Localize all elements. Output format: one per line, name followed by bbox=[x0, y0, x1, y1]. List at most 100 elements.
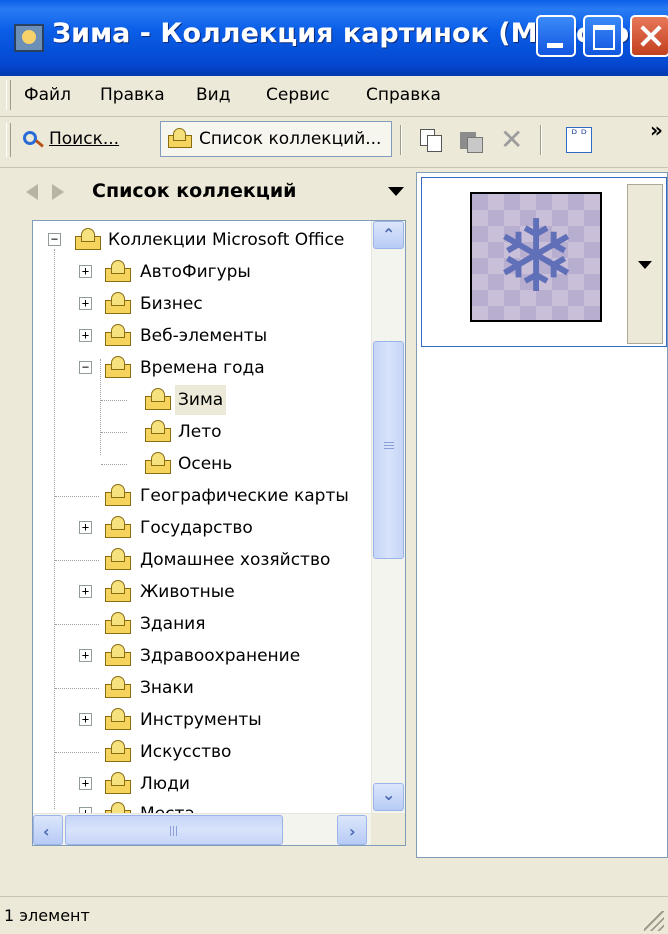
tree-item-label: Географические карты bbox=[140, 486, 349, 506]
pane-title: Список коллекций bbox=[92, 180, 297, 202]
thumbnails-view-icon[interactable]: ᴰ ᴰ bbox=[566, 127, 592, 153]
menu-edit[interactable]: Правка bbox=[100, 85, 165, 105]
tree-expand-toggle[interactable]: + bbox=[79, 713, 92, 726]
folder-icon bbox=[103, 260, 131, 282]
tree-item-buildings[interactable]: Здания bbox=[33, 609, 373, 639]
tree-item-label: Веб-элементы bbox=[140, 326, 268, 346]
tree-item-healthcare[interactable]: + Здравоохранение bbox=[33, 641, 373, 671]
resize-grip-icon[interactable] bbox=[644, 911, 664, 931]
horizontal-scroll-thumb[interactable] bbox=[65, 815, 283, 845]
folder-icon bbox=[73, 228, 101, 250]
tree-expand-toggle[interactable]: + bbox=[79, 329, 92, 342]
status-bar: 1 элемент bbox=[0, 896, 668, 934]
vertical-scroll-thumb[interactable] bbox=[373, 341, 404, 559]
clip-options-dropdown[interactable] bbox=[627, 184, 663, 344]
tree-item-label: АвтоФигуры bbox=[140, 262, 251, 282]
tree-expand-toggle[interactable]: + bbox=[79, 297, 92, 310]
tree-item-animals[interactable]: + Животные bbox=[33, 577, 373, 607]
menu-bar: Файл Правка Вид Сервис Справка bbox=[0, 76, 668, 117]
snowflake-clipart-image[interactable]: ❄ bbox=[470, 192, 602, 322]
search-button[interactable]: Поиск... bbox=[16, 121, 154, 157]
clip-organizer-window: Зима - Коллекция картинок (Microsoft) Фа… bbox=[0, 0, 668, 934]
scroll-right-button[interactable]: › bbox=[337, 815, 367, 845]
tree-line bbox=[55, 560, 99, 561]
scroll-up-button[interactable]: ⌃ bbox=[373, 221, 404, 249]
tree-line bbox=[55, 752, 99, 753]
tree-vertical-scrollbar[interactable]: ⌃ ⌄ bbox=[371, 221, 405, 813]
clip-preview-pane: ❄ bbox=[416, 172, 668, 858]
toolbar-grip[interactable] bbox=[6, 123, 11, 157]
folder-icon bbox=[103, 708, 131, 730]
delete-icon[interactable]: ✕ bbox=[500, 126, 523, 154]
minimize-button[interactable] bbox=[536, 15, 576, 57]
toolbar-overflow-chevron[interactable]: » bbox=[650, 120, 663, 140]
paste-icon[interactable] bbox=[460, 129, 483, 153]
tree-line bbox=[101, 464, 127, 465]
tree-expand-toggle[interactable]: + bbox=[79, 777, 92, 790]
folder-icon bbox=[103, 612, 131, 634]
pane-dropdown-icon[interactable] bbox=[388, 187, 404, 196]
title-bar[interactable]: Зима - Коллекция картинок (Microsoft) bbox=[0, 0, 668, 76]
tree-item-label: Осень bbox=[178, 454, 233, 474]
tree-item-winter[interactable]: Зима bbox=[33, 385, 373, 415]
folder-icon bbox=[103, 676, 131, 698]
copy-icon[interactable] bbox=[420, 129, 442, 152]
tree-item-household[interactable]: Домашнее хозяйство bbox=[33, 545, 373, 575]
tree-expand-toggle[interactable]: + bbox=[79, 265, 92, 278]
tree-collapse-toggle[interactable]: − bbox=[79, 361, 92, 374]
tree-horizontal-scrollbar[interactable]: ‹ › bbox=[33, 813, 371, 845]
collection-tree[interactable]: − Коллекции Microsoft Office + АвтоФигур… bbox=[32, 220, 406, 846]
close-button[interactable] bbox=[630, 15, 668, 57]
tree-expand-toggle[interactable]: + bbox=[79, 649, 92, 662]
tree-item-label: Знаки bbox=[140, 678, 194, 698]
tree-item-summer[interactable]: Лето bbox=[33, 417, 373, 447]
scroll-left-button[interactable]: ‹ bbox=[33, 815, 63, 845]
toolbar-separator bbox=[400, 125, 402, 155]
collection-list-button[interactable]: Список коллекций... bbox=[160, 121, 392, 157]
tree-expand-toggle[interactable]: + bbox=[79, 585, 92, 598]
folder-icon bbox=[103, 516, 131, 538]
menu-view[interactable]: Вид bbox=[196, 85, 230, 105]
menu-help[interactable]: Справка bbox=[366, 85, 441, 105]
tree-item-maps[interactable]: Географические карты bbox=[33, 481, 373, 511]
toolbar: Поиск... Список коллекций... ✕ ᴰ ᴰ » bbox=[0, 117, 668, 168]
folder-icon bbox=[103, 644, 131, 666]
folder-icon bbox=[167, 128, 193, 148]
tree-item-microsoft-office[interactable]: − Коллекции Microsoft Office bbox=[33, 225, 373, 255]
tree-item-label: Инструменты bbox=[140, 710, 262, 730]
tree-item-label: Зима bbox=[175, 385, 227, 415]
scroll-grip bbox=[170, 826, 171, 836]
chevron-down-icon: ⌄ bbox=[382, 785, 396, 804]
tree-item-people[interactable]: + Люди bbox=[33, 769, 373, 799]
menu-file[interactable]: Файл bbox=[24, 85, 71, 105]
menu-tools[interactable]: Сервис bbox=[266, 85, 330, 105]
tree-item-business[interactable]: + Бизнес bbox=[33, 289, 373, 319]
scroll-down-button[interactable]: ⌄ bbox=[373, 783, 404, 811]
clip-thumbnail[interactable]: ❄ bbox=[421, 177, 667, 347]
forward-arrow-icon[interactable] bbox=[52, 184, 64, 200]
scroll-grip bbox=[384, 442, 394, 443]
folder-icon bbox=[103, 292, 131, 314]
tree-item-autumn[interactable]: Осень bbox=[33, 449, 373, 479]
tree-item-label: Государство bbox=[140, 518, 253, 538]
tree-expand-toggle[interactable]: + bbox=[79, 521, 92, 534]
tree-item-autoshapes[interactable]: + АвтоФигуры bbox=[33, 257, 373, 287]
app-icon[interactable] bbox=[14, 24, 44, 52]
maximize-button[interactable] bbox=[583, 15, 623, 57]
back-arrow-icon[interactable] bbox=[26, 184, 38, 200]
tree-line bbox=[55, 688, 99, 689]
tree-item-label: Люди bbox=[140, 774, 190, 794]
folder-icon bbox=[143, 452, 171, 474]
chevron-right-icon: › bbox=[349, 822, 356, 841]
tree-item-label: Здания bbox=[140, 614, 206, 634]
tree-item-web-elements[interactable]: + Веб-элементы bbox=[33, 321, 373, 351]
tree-item-seasons[interactable]: − Времена года bbox=[33, 353, 373, 383]
tree-item-art[interactable]: Искусство bbox=[33, 737, 373, 767]
tree-line bbox=[55, 496, 99, 497]
folder-icon bbox=[103, 772, 131, 794]
menubar-grip[interactable] bbox=[6, 80, 11, 110]
tree-item-signs[interactable]: Знаки bbox=[33, 673, 373, 703]
tree-item-government[interactable]: + Государство bbox=[33, 513, 373, 543]
tree-item-tools[interactable]: + Инструменты bbox=[33, 705, 373, 735]
tree-collapse-toggle[interactable]: − bbox=[48, 233, 61, 246]
